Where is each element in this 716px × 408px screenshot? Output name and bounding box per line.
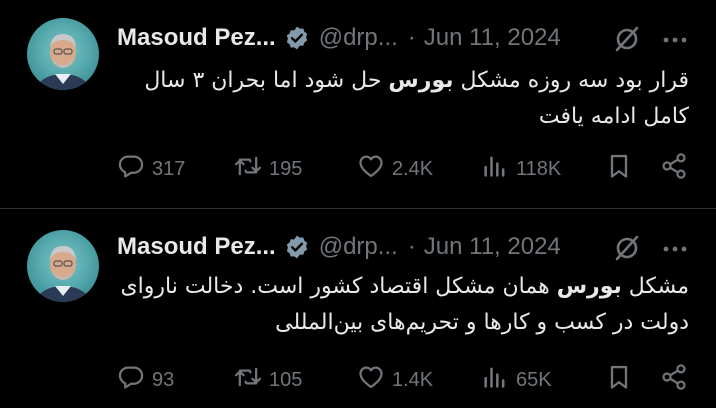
reply-count: 317: [152, 157, 186, 180]
tweet-actions: 93 105 1.4K 65K: [117, 364, 697, 396]
tweet-header: Masoud Pez... @drp... · Jun 11, 2024: [117, 231, 561, 263]
author-handle[interactable]: @drp...: [319, 24, 398, 52]
verified-badge-icon: [284, 25, 310, 51]
bookmark-button[interactable]: [605, 364, 633, 396]
heart-icon: [357, 363, 385, 397]
tweet[interactable]: Masoud Pez... @drp... · Jun 11, 2024 مشک…: [0, 209, 716, 408]
repost-icon: [234, 363, 262, 397]
reply-icon: [117, 363, 145, 397]
grok-icon[interactable]: [612, 24, 642, 54]
more-icon[interactable]: [660, 237, 690, 261]
grok-icon[interactable]: [612, 233, 642, 263]
repost-count: 105: [269, 368, 303, 391]
bookmark-icon: [605, 152, 633, 186]
avatar[interactable]: [27, 18, 99, 90]
views-button[interactable]: 118K: [481, 153, 561, 185]
reply-button[interactable]: 93: [117, 364, 174, 396]
like-button[interactable]: 2.4K: [357, 153, 433, 185]
share-icon: [660, 152, 688, 186]
author-handle[interactable]: @drp...: [319, 233, 398, 261]
tweet-text-bold[interactable]: بورس: [388, 68, 453, 93]
separator-dot: ·: [407, 233, 416, 260]
tweet-text-bold[interactable]: بورس: [557, 274, 622, 299]
reply-button[interactable]: 317: [117, 153, 185, 185]
share-button[interactable]: [660, 364, 688, 396]
separator-dot: ·: [407, 24, 416, 51]
views-icon: [481, 363, 509, 397]
tweet-actions: 317 195 2.4K 118K: [117, 153, 697, 185]
tweet-header: Masoud Pez... @drp... · Jun 11, 2024: [117, 22, 561, 54]
tweet-text-part: مشکل: [621, 274, 689, 299]
views-icon: [481, 152, 509, 186]
like-count: 2.4K: [392, 157, 434, 180]
tweet-date[interactable]: Jun 11, 2024: [424, 233, 561, 261]
repost-icon: [234, 152, 262, 186]
tweet[interactable]: Masoud Pez... @drp... · Jun 11, 2024 قرا…: [0, 0, 716, 208]
views-count: 65K: [516, 368, 552, 391]
repost-count: 195: [269, 157, 303, 180]
tweet-text: قرار بود سه روزه مشکل بورس حل شود اما بح…: [117, 63, 689, 135]
author-name[interactable]: Masoud Pez...: [117, 233, 276, 261]
heart-icon: [357, 152, 385, 186]
author-name[interactable]: Masoud Pez...: [117, 24, 276, 52]
bookmark-icon: [605, 363, 633, 397]
share-icon: [660, 363, 688, 397]
repost-button[interactable]: 105: [234, 364, 302, 396]
views-count: 118K: [516, 157, 562, 180]
verified-badge-icon: [284, 234, 310, 260]
like-count: 1.4K: [392, 368, 434, 391]
more-icon[interactable]: [660, 28, 690, 52]
reply-icon: [117, 152, 145, 186]
like-button[interactable]: 1.4K: [357, 364, 433, 396]
avatar[interactable]: [27, 230, 99, 302]
share-button[interactable]: [660, 153, 688, 185]
tweet-date[interactable]: Jun 11, 2024: [424, 24, 561, 52]
reply-count: 93: [152, 368, 175, 391]
tweet-text: مشکل بورس همان مشکل اقتصاد کشور است. دخا…: [117, 269, 689, 341]
bookmark-button[interactable]: [605, 153, 633, 185]
tweet-text-part: قرار بود سه روزه مشکل: [453, 68, 689, 93]
repost-button[interactable]: 195: [234, 153, 302, 185]
views-button[interactable]: 65K: [481, 364, 552, 396]
